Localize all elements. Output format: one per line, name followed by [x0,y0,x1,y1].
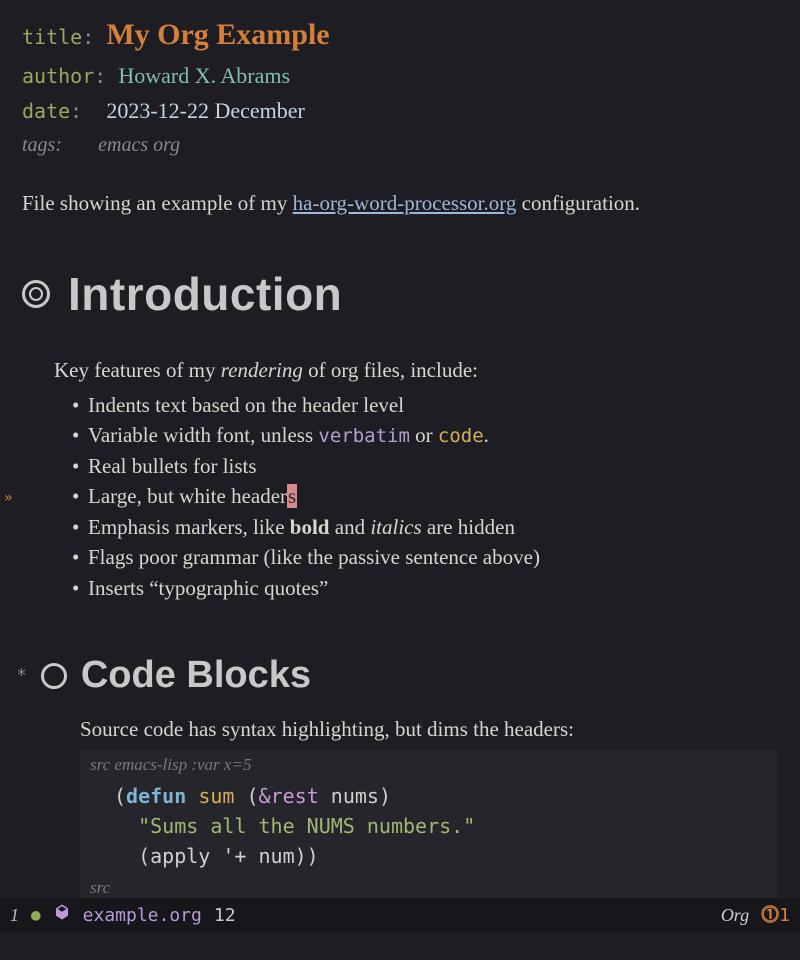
heading-code-blocks[interactable]: * Code Blocks [16,647,778,704]
code-blocks-body: Source code has syntax highlighting, but… [80,714,778,903]
src-intro-text: Source code has syntax highlighting, but… [80,714,778,746]
meta-tags-value: emacs org [98,134,180,156]
bold-text: bold [290,515,330,539]
minibuffer[interactable] [0,932,800,960]
meta-author-value: Howard X. Abrams [118,63,290,88]
window-number: 1 [10,902,19,929]
list-item: Flags poor grammar (like the passive sen… [72,542,778,572]
docstring: "Sums all the NUMS numbers." [114,814,475,838]
buffer-filename[interactable]: example.org [83,902,202,929]
italic-text: italics [370,515,421,539]
code-text: code [438,425,484,447]
text-cursor: s [287,484,297,508]
verbatim-text: verbatim [318,425,410,447]
introduction-body: Key features of my rendering of org file… [54,355,778,604]
buffer-icon [53,902,71,929]
meta-date-line: date: 2023-12-22 December [22,94,778,127]
intro-post: configuration. [516,191,640,215]
src-end-line: src [90,875,768,901]
features-list: Indents text based on the header level V… [72,390,778,603]
heading-bullet-icon [41,663,67,689]
list-item: Emphasis markers, like bold and italics … [72,512,778,542]
src-code[interactable]: (defun sum (&rest nums) "Sums all the NU… [90,777,768,875]
list-item: Variable width font, unless verbatim or … [72,420,778,451]
meta-tags-line: tags: emacs org [22,129,778,160]
meta-author-key: author [22,64,94,88]
function-name: sum [198,784,234,808]
meta-title-key: title [22,25,82,49]
meta-date-key: date [22,99,70,123]
list-item: Large, but white headers [72,481,778,511]
intro-pre: File showing an example of my [22,191,293,215]
heading-bullet-icon [22,280,50,308]
intro-paragraph: File showing an example of my ha-org-wor… [22,188,778,220]
config-link[interactable]: ha-org-word-processor.org [293,191,517,215]
list-item: Real bullets for lists [72,451,778,481]
flycheck-indicator[interactable]: ⓵1 [761,902,790,929]
keyword-rest: &rest [259,784,319,808]
modeline[interactable]: 1 ● example.org 12 Org ⓵1 [0,898,800,932]
meta-date-value: 2023-12-22 December [106,98,305,123]
features-lead-italic: rendering [221,358,303,382]
meta-colon: : [82,25,94,49]
src-block[interactable]: src emacs-lisp :var x=5 (defun sum (&res… [80,750,778,903]
features-lead: Key features of my rendering of org file… [54,355,778,387]
modified-indicator-icon: ● [31,903,41,927]
cursor-position: 12 [214,902,236,929]
heading-introduction-text: Introduction [68,260,342,329]
left-fringe: » [0,0,18,960]
src-begin-line: src emacs-lisp :var x=5 [90,752,768,778]
list-item: Indents text based on the header level [72,390,778,420]
buffer-content[interactable]: title: My Org Example author: Howard X. … [0,0,800,903]
meta-colon: : [94,64,106,88]
keyword-defun: defun [126,784,186,808]
meta-title-value: My Org Example [106,18,329,51]
meta-colon: : [70,99,82,123]
list-item: Inserts “typographic quotes” [72,573,778,603]
meta-title-line: title: My Org Example [22,12,778,57]
meta-author-line: author: Howard X. Abrams [22,59,778,92]
meta-tags-key: tags: [22,134,62,156]
warning-icon: ⓵ [761,905,779,926]
heading-introduction[interactable]: Introduction [22,260,778,329]
major-mode[interactable]: Org [721,902,749,929]
warning-count: 1 [779,905,790,926]
heading-code-blocks-text: Code Blocks [81,647,311,704]
fringe-cursor-marker: » [4,488,12,509]
